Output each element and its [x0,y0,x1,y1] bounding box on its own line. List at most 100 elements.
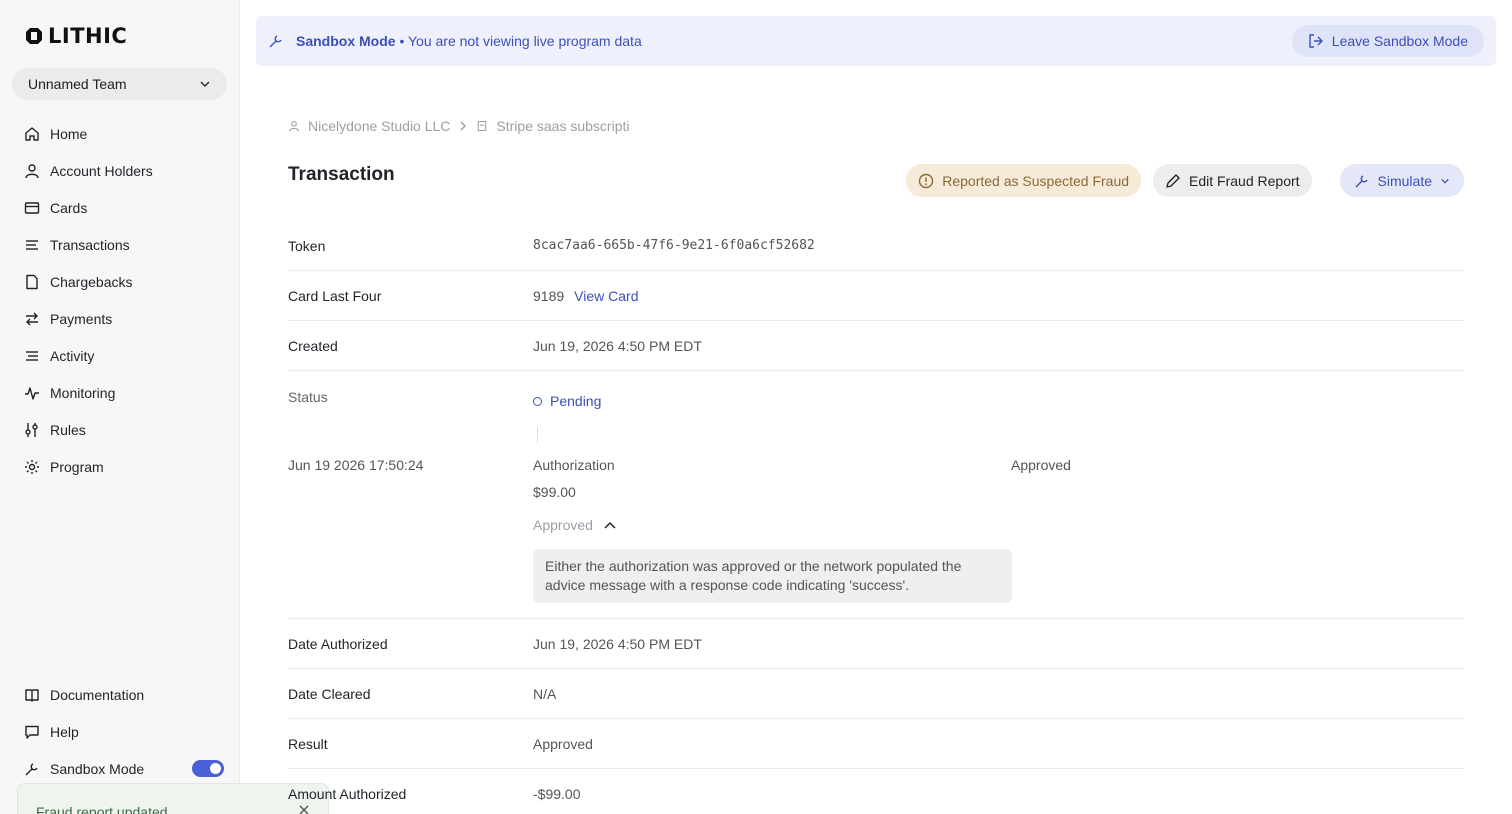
team-name: Unnamed Team [28,76,127,92]
pencil-icon [1166,173,1180,188]
sidebar-item-label: Transactions [50,236,130,253]
event-type: Authorization [533,457,615,473]
wrench-icon [1355,174,1368,187]
breadcrumb-merchant[interactable]: Stripe saas subscripti [496,118,629,134]
event-result: Approved [1011,457,1071,473]
event-amount: $99.00 [533,484,576,500]
chevron-up-icon [604,521,616,529]
pulse-icon [25,386,39,400]
lithic-logo-icon [26,28,42,44]
date-authorized-value: Jun 19, 2026 4:50 PM EDT [533,635,702,652]
sidebar-item-label: Account Holders [50,162,153,179]
sidebar-item-label: Rules [50,421,86,438]
detail-row-result: Result Approved [288,719,1464,769]
suspected-fraud-badge[interactable]: Reported as Suspected Fraud [906,164,1142,197]
banner-message: You are not viewing live program data [408,33,642,49]
edit-fraud-report-label: Edit Fraud Report [1189,172,1300,189]
detail-row-date-cleared: Date Cleared N/A [288,669,1464,719]
lines-icon [26,350,38,361]
view-card-link[interactable]: View Card [574,288,638,304]
sidebar-item-chargebacks[interactable]: Chargebacks [24,263,224,300]
wrench-icon [269,35,282,48]
event-explanation: Either the authorization was approved or… [533,549,1012,603]
created-value: Jun 19, 2026 4:50 PM EDT [533,337,702,354]
lithic-logo[interactable]: LITHIC [24,24,127,48]
result-value: Approved [533,735,593,752]
sidebar-item-home[interactable]: Home [24,115,224,152]
suspected-fraud-label: Reported as Suspected Fraud [942,172,1130,189]
event-details-toggle[interactable]: Approved [533,517,617,533]
team-selector[interactable]: Unnamed Team [12,68,227,100]
sidebar-item-documentation[interactable]: Documentation [24,676,224,713]
simulate-label: Simulate [1377,172,1432,189]
sandbox-toggle[interactable] [192,760,224,777]
sidebar-item-monitoring[interactable]: Monitoring [24,374,224,411]
sidebar-item-cards[interactable]: Cards [24,189,224,226]
status-dot-icon [533,396,542,406]
sidebar-item-label: Program [50,458,104,475]
edit-fraud-report-button[interactable]: Edit Fraud Report [1153,164,1312,197]
page-title: Transaction [288,164,395,185]
book-icon [25,688,39,702]
breadcrumb-account-holder[interactable]: Nicelydone Studio LLC [308,118,450,134]
detail-label: Date Cleared [288,685,371,702]
wrench-icon [25,762,38,775]
logout-icon [1309,34,1323,48]
toast-message: Fraud report updated [36,804,168,814]
sidebar-item-label: Cards [50,199,88,216]
card-last-four-value: 9189 [533,287,565,304]
detail-label: Created [288,337,338,354]
sidebar-item-label: Chargebacks [50,273,133,290]
swap-icon [26,312,38,325]
sidebar-item-payments[interactable]: Payments [24,300,224,337]
sidebar-item-help[interactable]: Help [24,713,224,750]
status-timeline: Status Pending Jun 19 2026 17:50:24 Auth… [288,371,1464,619]
user-icon [25,163,39,178]
detail-label: Amount Authorized [288,785,407,802]
detail-row-amount-authorized: Amount Authorized -$99.00 [288,769,1464,814]
sidebar-item-program[interactable]: Program [24,448,224,485]
sidebar: LITHIC Unnamed Team Home Account Holders… [0,0,329,814]
leave-sandbox-button[interactable]: Leave Sandbox Mode [1291,25,1484,57]
chevron-down-icon [200,81,210,88]
event-date: Jun 19 2026 17:50:24 [288,457,424,473]
alert-circle-icon [919,173,934,188]
sidebar-item-label: Monitoring [50,384,116,401]
gear-icon [25,459,39,474]
detail-label: Token [288,237,326,254]
detail-label: Status [288,389,328,405]
leave-sandbox-label: Leave Sandbox Mode [1331,33,1468,49]
chevron-down-icon [1441,178,1449,184]
sidebar-item-transactions[interactable]: Transactions [24,226,224,263]
banner-mode: Sandbox Mode [296,33,396,49]
sidebar-item-sandbox: Sandbox Mode [24,750,224,787]
sidebar-item-label: Sandbox Mode [50,760,145,777]
sidebar-nav: Home Account Holders Cards Transactions … [24,115,224,485]
detail-row-created: Created Jun 19, 2026 4:50 PM EDT [288,321,1464,371]
sidebar-item-rules[interactable]: Rules [24,411,224,448]
home-icon [25,126,39,141]
breadcrumb: Nicelydone Studio LLC Stripe saas subscr… [288,118,629,134]
sidebar-item-label: Payments [50,310,113,327]
transaction-actions: Reported as Suspected Fraud Edit Fraud R… [906,164,1464,197]
date-cleared-value: N/A [533,685,557,702]
receipt-icon [478,120,487,132]
sidebar-bottom-nav: Documentation Help Sandbox Mode [24,676,224,787]
detail-label: Date Authorized [288,635,388,652]
status-value: Pending [550,393,602,409]
file-icon [26,274,38,289]
sidebar-item-label: Help [50,723,79,740]
user-icon [288,120,300,132]
sidebar-item-label: Home [50,125,88,142]
sidebar-item-label: Documentation [50,686,145,703]
sandbox-banner: Sandbox Mode • You are not viewing live … [256,16,1496,66]
simulate-button[interactable]: Simulate [1339,164,1464,197]
sidebar-item-account-holders[interactable]: Account Holders [24,152,224,189]
banner-separator: • [399,33,405,49]
toast-notification: Fraud report updated [17,783,329,814]
amount-authorized-value: -$99.00 [533,785,581,802]
sidebar-item-activity[interactable]: Activity [24,337,224,374]
sidebar-item-label: Activity [50,347,95,364]
sliders-icon [25,422,38,437]
event-toggle-label: Approved [533,517,593,533]
